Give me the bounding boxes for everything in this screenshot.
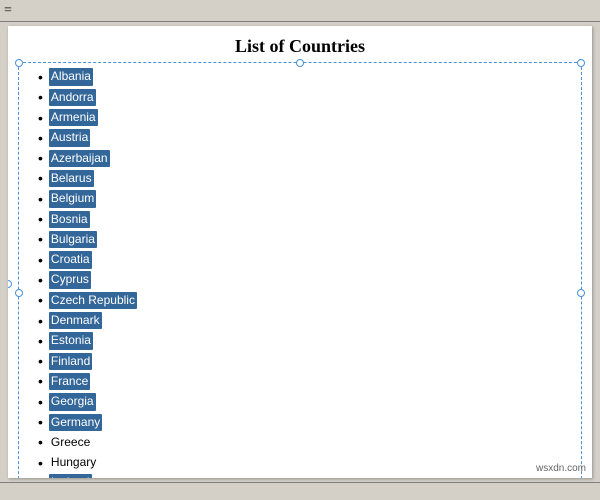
country-name: Denmark [49,312,102,329]
list-item[interactable]: • Czech Republic [38,290,562,310]
country-name: Bulgaria [49,231,97,248]
handle-ml[interactable] [15,289,23,297]
bullet-icon: • [38,168,43,188]
bullet-icon: • [38,250,43,270]
list-item[interactable]: • Finland [38,351,562,371]
list-item[interactable]: • Cyprus [38,270,562,290]
list-item[interactable]: • Austria [38,128,562,148]
bullet-icon: • [38,108,43,128]
watermark: wsxdn.com [536,463,586,474]
page-title: List of Countries [38,36,562,57]
country-name: Estonia [49,332,93,349]
list-item[interactable]: • Armenia [38,108,562,128]
country-name: Germany [49,414,102,431]
list-item[interactable]: • Andorra [38,87,562,107]
list-item[interactable]: • Bosnia [38,209,562,229]
country-name: Azerbaijan [49,150,110,167]
list-item[interactable]: • Croatia [38,250,562,270]
bullet-icon: • [38,432,43,452]
handle-tm[interactable] [296,59,304,67]
status-bar [0,482,600,500]
handle-mr[interactable] [577,289,585,297]
country-name: Iceland [49,474,92,478]
bullet-icon: • [38,148,43,168]
list-item[interactable]: • Denmark [38,311,562,331]
country-name: Finland [49,353,92,370]
country-name: Cyprus [49,271,91,288]
list-item[interactable]: • Belgium [38,189,562,209]
left-handle[interactable] [8,280,12,288]
bullet-icon: • [38,270,43,290]
bullet-icon: • [38,67,43,87]
country-name: Armenia [49,109,98,126]
bullet-icon: • [38,311,43,331]
equals-sign: = [4,3,12,19]
toolbar-area: = [0,0,600,22]
bullet-icon: • [38,351,43,371]
bullet-icon: • [38,189,43,209]
country-name: Czech Republic [49,292,137,309]
bullet-icon: • [38,412,43,432]
document-area: List of Countries • Albania • Andorra • Armen… [8,26,592,478]
country-name: Georgia [49,393,96,410]
bullet-icon: • [38,331,43,351]
list-item[interactable]: • Greece [38,432,562,452]
bullet-icon: • [38,392,43,412]
bullet-icon: • [38,453,43,473]
country-name: Austria [49,129,90,146]
country-name: Belarus [49,170,94,187]
country-name: Hungary [49,454,98,471]
list-item[interactable]: • Germany [38,412,562,432]
list-item[interactable]: • Georgia [38,392,562,412]
country-name: France [49,373,90,390]
country-name: Andorra [49,89,96,106]
country-name: Albania [49,68,93,85]
country-name: Bosnia [49,211,90,228]
bullet-icon: • [38,229,43,249]
bullet-icon: • [38,128,43,148]
handle-tl[interactable] [15,59,23,67]
country-list: • Albania • Andorra • Armenia • Austria • Azerbai… [38,67,562,478]
bullet-icon: • [38,209,43,229]
list-item[interactable]: • Belarus [38,168,562,188]
list-item[interactable]: • Albania [38,67,562,87]
country-name: Greece [49,434,92,451]
list-item[interactable]: • Bulgaria [38,229,562,249]
list-item[interactable]: • Estonia [38,331,562,351]
list-item[interactable]: • France [38,371,562,391]
list-item[interactable]: • Iceland [38,473,562,478]
handle-tr[interactable] [577,59,585,67]
bullet-icon: • [38,371,43,391]
country-name: Belgium [49,190,96,207]
bullet-icon: • [38,87,43,107]
page-content: List of Countries • Albania • Andorra • Armen… [8,26,592,478]
bullet-icon: • [38,473,43,478]
bullet-icon: • [38,290,43,310]
list-item[interactable]: • Azerbaijan [38,148,562,168]
country-name: Croatia [49,251,92,268]
list-item[interactable]: • Hungary [38,453,562,473]
word-window: = List of Countries •Alba [0,0,600,500]
